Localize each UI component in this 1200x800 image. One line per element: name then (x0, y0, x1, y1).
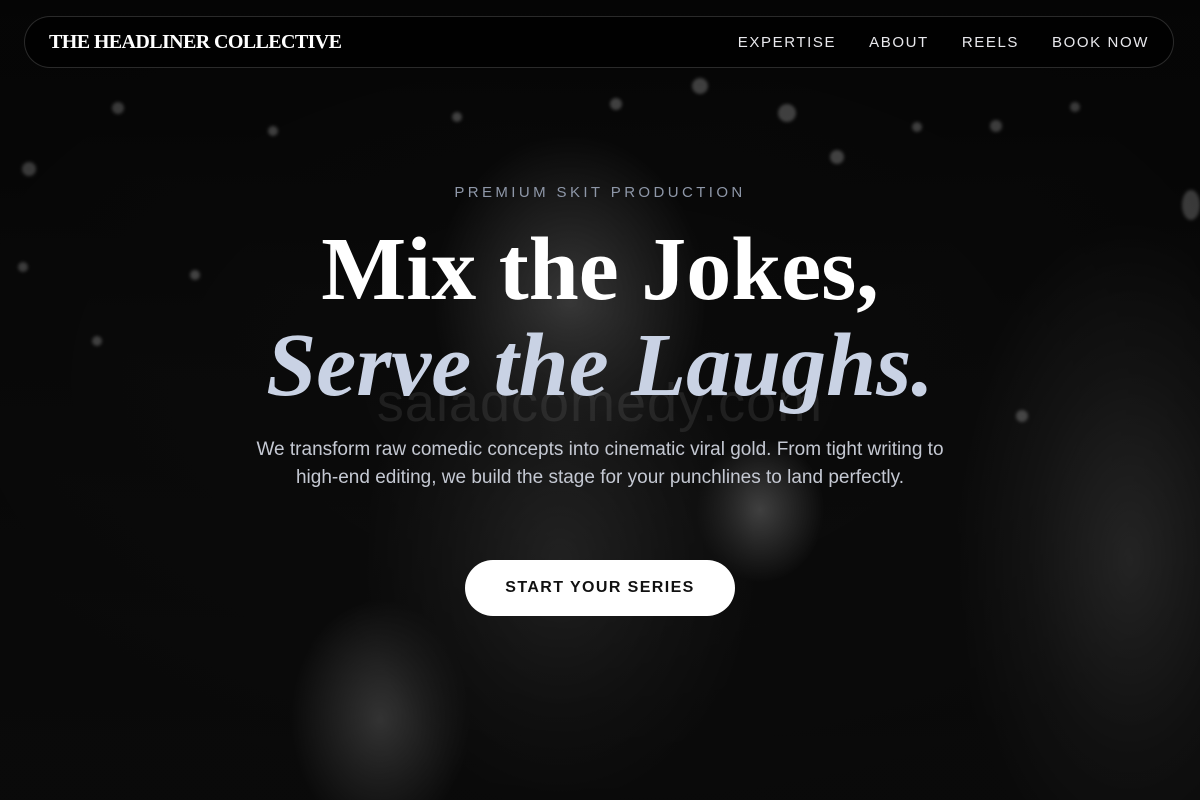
hero-section: PREMIUM SKIT PRODUCTION Mix the Jokes, S… (0, 0, 1200, 800)
hero-headline-line-1: Mix the Jokes, (321, 220, 879, 319)
start-your-series-button[interactable]: START YOUR SERIES (465, 560, 735, 616)
hero-description: We transform raw comedic concepts into c… (256, 439, 944, 488)
hero-eyebrow: PREMIUM SKIT PRODUCTION (454, 184, 746, 201)
hero-headline-line-2: Serve the Laughs. (266, 316, 934, 415)
